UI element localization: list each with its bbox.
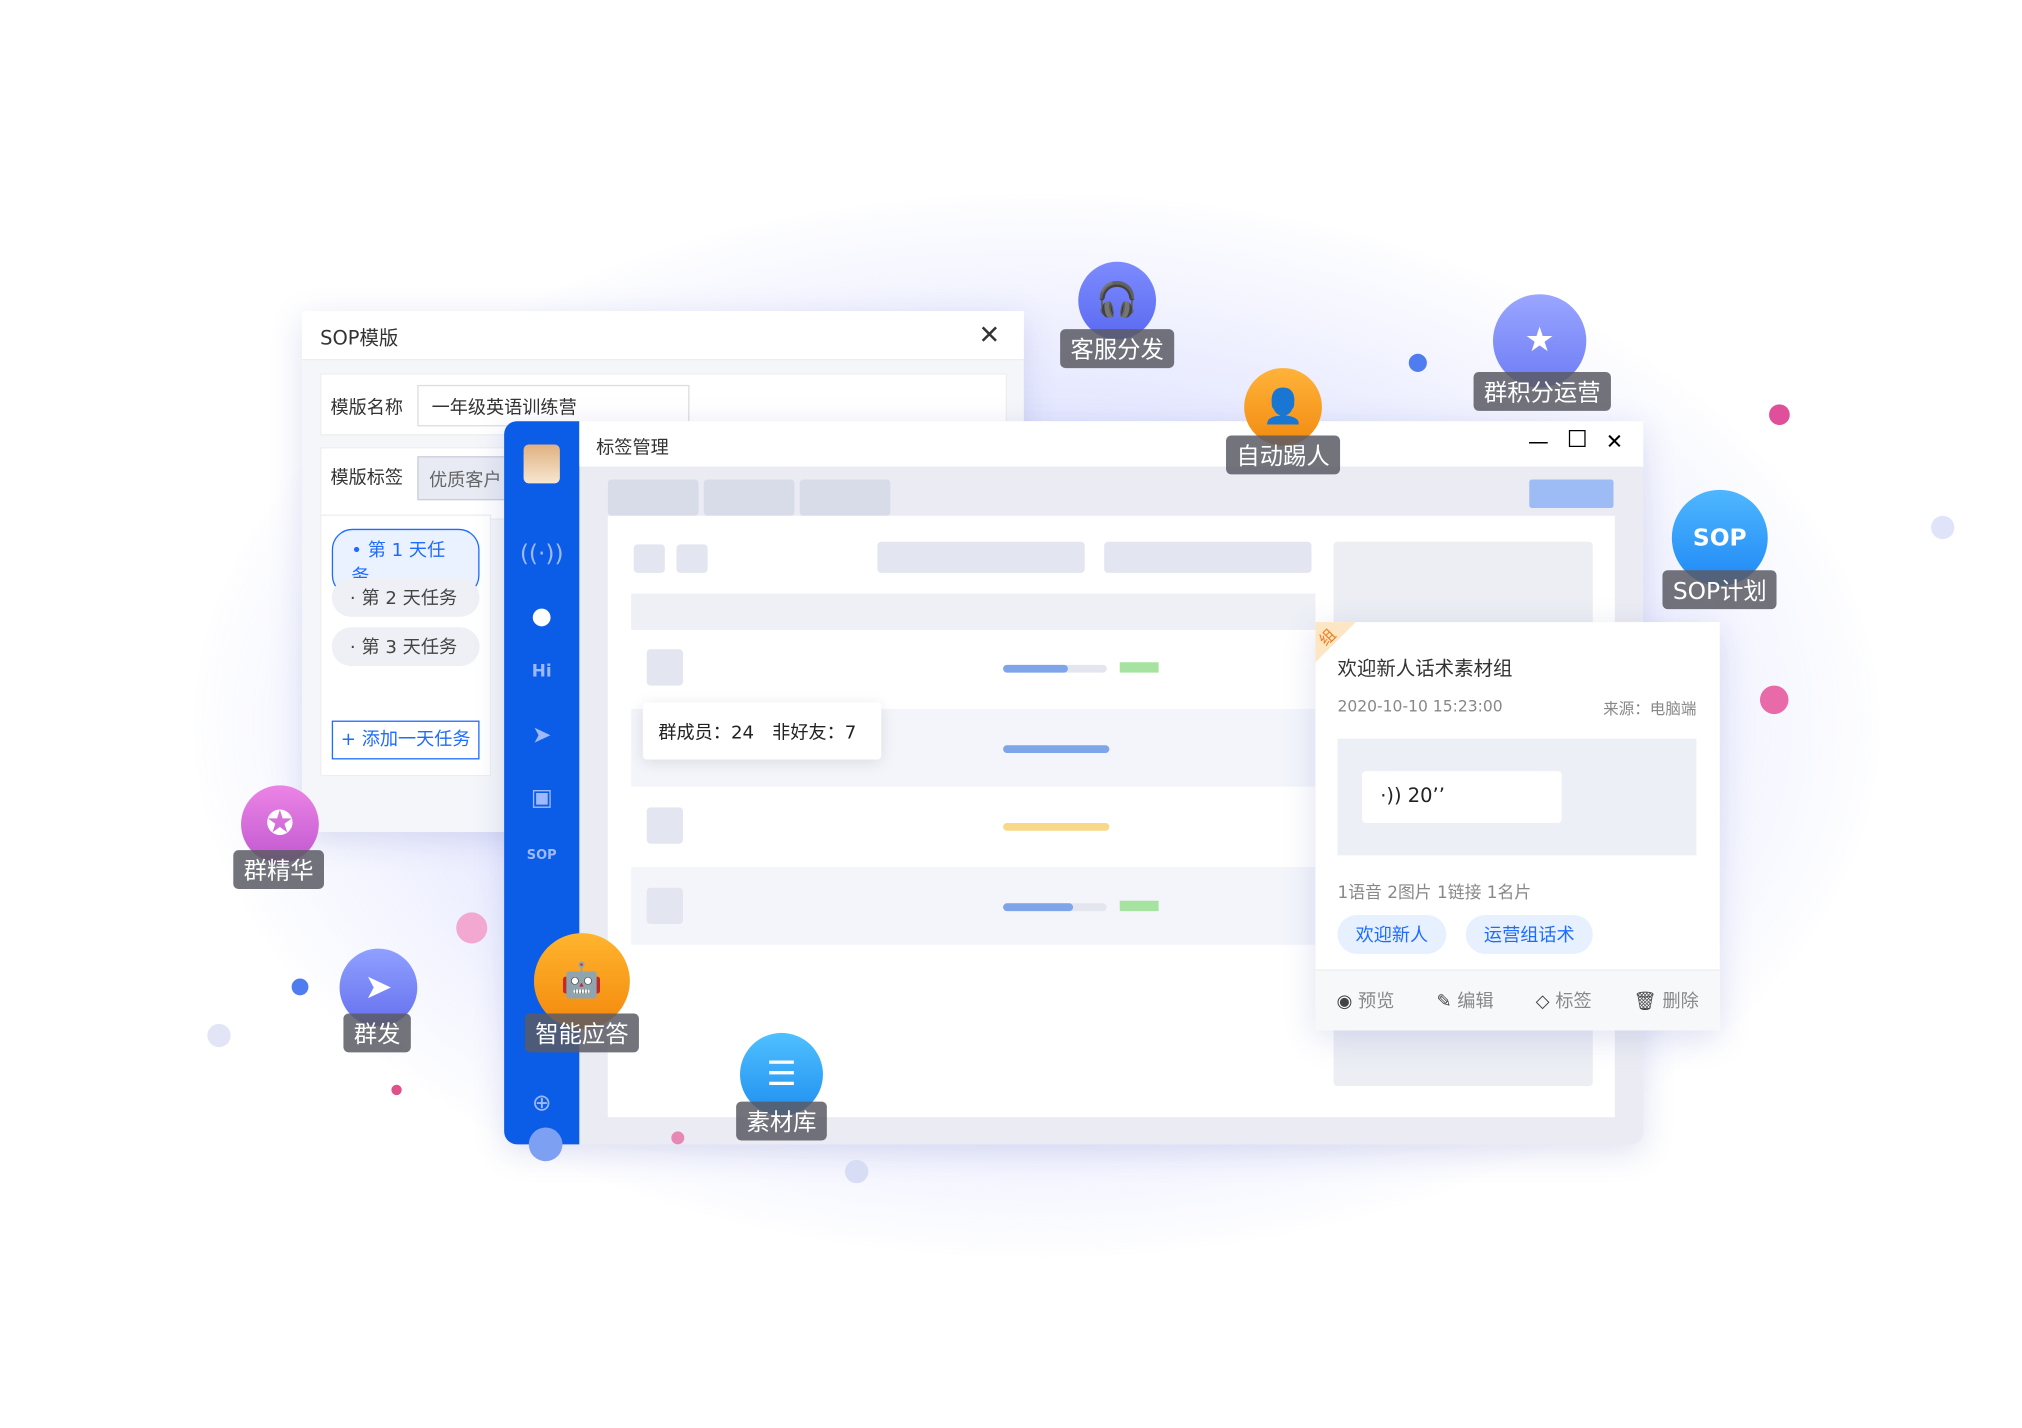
broadcast-icon[interactable]: ((·)) [504,540,579,567]
avatar[interactable] [523,444,560,484]
star-icon: ★ [1524,321,1555,361]
voice-duration: 20’’ [1407,784,1445,808]
feature-label: 群发 [343,1013,411,1053]
robot-icon: 🤖 [560,961,603,1001]
feature-label: 智能应答 [524,1013,639,1053]
window-title: 标签管理 [596,438,669,459]
tag-button[interactable]: ◇ 标签 [1536,988,1592,1014]
paper-plane-icon: ➤ [364,968,393,1007]
sop-window-title: SOP模版 [320,326,399,350]
material-group-card: 组 欢迎新人话术素材组 2020-10-10 15:23:00 来源：电脑端 ·… [1315,622,1720,1031]
preview-button[interactable]: ◉ 预览 [1336,988,1394,1014]
sop-doc-icon: SOP [1692,524,1747,552]
tag-chip[interactable]: 运营组话术 [1465,914,1593,954]
template-name-value: 一年级英语训练营 [431,397,577,419]
robot-icon[interactable]: ▣ [504,784,579,811]
voice-icon: ·)) [1380,784,1408,808]
feature-label: 素材库 [736,1101,827,1141]
customer-service-bubble[interactable]: 🎧 [1078,261,1157,340]
feature-label: SOP计划 [1662,570,1778,610]
user-remove-icon: 👤 [1262,387,1305,427]
edit-button[interactable]: ✎ 编辑 [1436,988,1493,1014]
feature-label: 群积分运营 [1473,371,1611,411]
feature-label: 群精华 [233,850,324,890]
feature-label: 客服分发 [1060,329,1175,369]
card-time: 2020-10-10 15:23:00 [1337,697,1503,716]
template-name-label: 模版名称 [330,397,404,419]
card-summary: 1语音 2图片 1链接 1名片 [1337,883,1532,904]
minimize-icon[interactable]: — [1528,429,1549,454]
headset-icon: 🎧 [1096,281,1139,321]
card-title: 欢迎新人话术素材组 [1337,657,1513,681]
delete-button[interactable]: 🗑 删除 [1634,988,1699,1014]
close-icon[interactable]: ✕ [978,319,1000,350]
close-icon[interactable]: ✕ [1606,429,1623,454]
maximize-icon[interactable]: ☐ [1567,426,1588,453]
edit-icon: ✎ [1436,991,1452,1013]
tag-chip[interactable]: 欢迎新人 [1337,914,1447,954]
day-3-task[interactable]: · 第 3 天任务 [331,627,480,667]
send-icon[interactable]: ➤ [504,722,579,749]
tooltip-text: 群成员：24 非好友：7 [658,723,857,744]
chat-icon[interactable]: ● [504,603,579,630]
card-source: 来源：电脑端 [1603,699,1697,718]
chat-star-icon: ✪ [265,804,295,844]
add-icon[interactable]: ⊕ [504,1090,579,1117]
sop-icon[interactable]: SOP [504,849,579,863]
auto-kick-bubble[interactable]: 👤 [1244,368,1322,446]
group-stats-tooltip: 群成员：24 非好友：7 [642,702,882,760]
hi-icon[interactable]: Hi [504,662,579,681]
day-2-task[interactable]: · 第 2 天任务 [331,578,480,617]
template-tag-label: 模版标签 [330,467,404,489]
trash-icon: 🗑 [1633,991,1657,1013]
template-tag-value: 优质客户 [428,470,502,492]
add-day-task-button[interactable]: + 添加一天任务 [331,720,480,760]
tag-icon: ◇ [1535,991,1550,1013]
eye-icon: ◉ [1336,991,1353,1013]
voice-message[interactable]: ·)) 20’’ [1362,771,1562,823]
server-icon: ☰ [766,1054,797,1094]
feature-label: 自动踢人 [1226,435,1341,475]
